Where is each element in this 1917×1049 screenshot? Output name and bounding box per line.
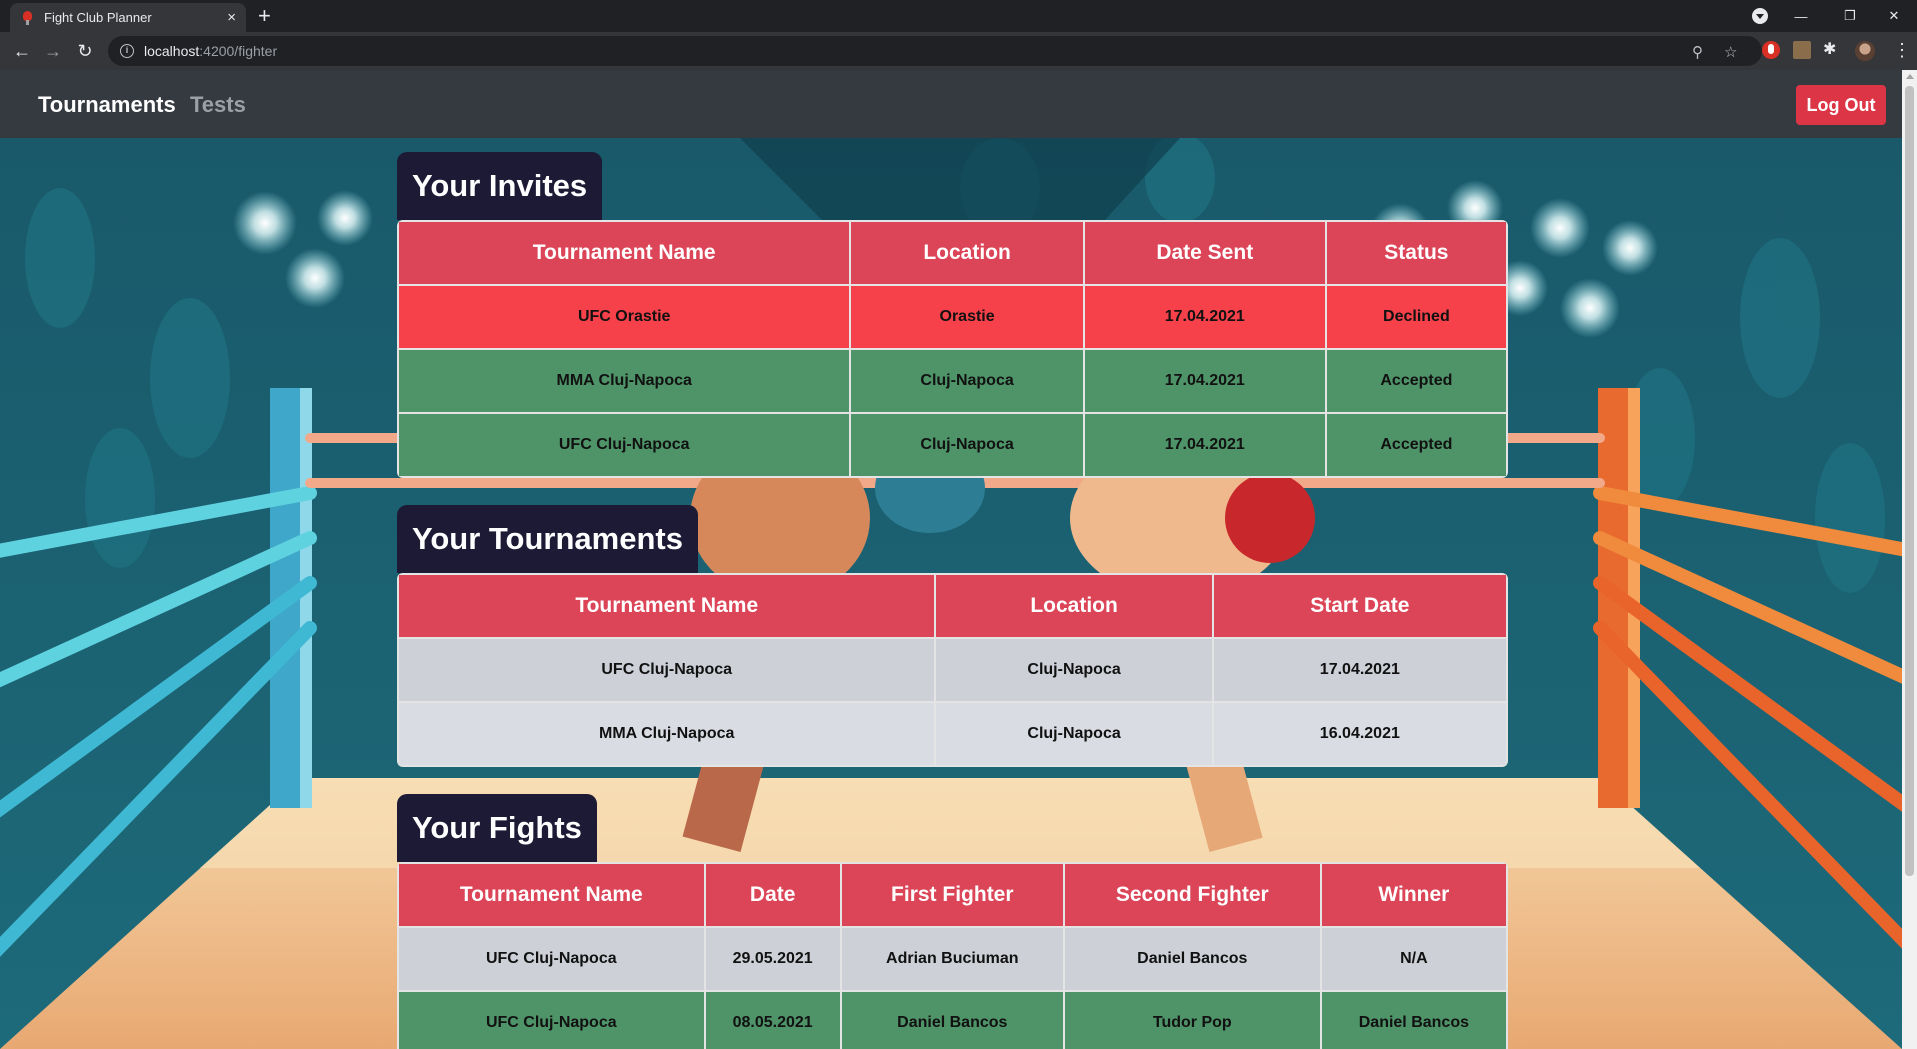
url-host: localhost — [144, 43, 200, 59]
table-row: MMA Cluj-Napoca Cluj-Napoca 17.04.2021 A… — [397, 348, 1508, 414]
nav-link-tournaments[interactable]: Tournaments — [38, 92, 176, 118]
status-cell: Accepted — [1324, 412, 1508, 478]
table-row: UFC Orastie Orastie 17.04.2021 Declined — [397, 284, 1508, 350]
forward-arrow-icon[interactable]: → — [41, 39, 65, 63]
column-header: First Fighter — [839, 862, 1065, 928]
page-viewport: Tournaments Tests Log Out Your Invites T… — [0, 70, 1902, 1049]
nav-link-tests[interactable]: Tests — [190, 92, 246, 118]
column-header: Tournament Name — [397, 573, 937, 639]
table-cell: UFC Cluj-Napoca — [397, 637, 937, 703]
table-cell: Cluj-Napoca — [849, 412, 1085, 478]
table-cell: MMA Cluj-Napoca — [397, 348, 852, 414]
table-cell: Cluj-Napoca — [934, 701, 1214, 767]
table-cell: 17.04.2021 — [1082, 412, 1327, 478]
table-row: UFC Cluj-Napoca Cluj-Napoca 17.04.2021 — [397, 637, 1508, 703]
table-cell: Daniel Bancos — [839, 990, 1065, 1049]
fights-section-title: Your Fights — [397, 794, 597, 862]
scroll-up-icon[interactable] — [1906, 74, 1914, 79]
table-row: MMA Cluj-Napoca Cluj-Napoca 16.04.2021 — [397, 701, 1508, 767]
winner-cell: N/A — [1319, 926, 1508, 992]
close-window-button[interactable]: ✕ — [1871, 0, 1917, 32]
table-cell: UFC Cluj-Napoca — [397, 990, 706, 1049]
logout-button[interactable]: Log Out — [1796, 85, 1886, 125]
reload-icon[interactable]: ↻ — [73, 39, 97, 63]
table-cell: 29.05.2021 — [703, 926, 842, 992]
url-path: :4200/fighter — [199, 43, 278, 59]
app-favicon-icon — [20, 10, 34, 25]
tournaments-section-title: Your Tournaments — [397, 505, 698, 573]
status-cell: Accepted — [1324, 348, 1508, 414]
table-cell: Orastie — [849, 284, 1085, 350]
table-cell: 17.04.2021 — [1082, 284, 1327, 350]
new-tab-icon[interactable]: + — [258, 4, 271, 28]
table-row: UFC Cluj-Napoca Cluj-Napoca 17.04.2021 A… — [397, 412, 1508, 478]
column-header: Winner — [1319, 862, 1508, 928]
table-cell: 17.04.2021 — [1082, 348, 1327, 414]
table-cell: UFC Cluj-Napoca — [397, 926, 706, 992]
tab-title: Fight Club Planner — [44, 10, 152, 25]
page-scrollbar[interactable] — [1902, 70, 1917, 1049]
table-cell: Daniel Bancos — [1062, 926, 1322, 992]
table-cell: Cluj-Napoca — [934, 637, 1214, 703]
minimize-window-button[interactable]: — — [1778, 0, 1824, 32]
browser-toolbar: ← → ↻ i localhost:4200/fighter ⚲ ☆ ✱ ⋮ — [0, 32, 1917, 70]
status-cell: Declined — [1324, 284, 1508, 350]
address-bar[interactable]: i localhost:4200/fighter ⚲ ☆ — [108, 36, 1762, 66]
column-header: Location — [934, 573, 1214, 639]
fights-table: Tournament Name Date First Fighter Secon… — [397, 862, 1508, 1049]
tab-search-icon[interactable] — [1752, 8, 1768, 24]
extension-brown-icon[interactable] — [1793, 41, 1811, 59]
column-header: Tournament Name — [397, 220, 852, 286]
tournaments-table: Tournament Name Location Start Date UFC … — [397, 573, 1508, 767]
column-header: Location — [849, 220, 1085, 286]
column-header: Second Fighter — [1062, 862, 1322, 928]
bookmark-star-icon[interactable]: ☆ — [1724, 43, 1737, 61]
winner-cell: Daniel Bancos — [1319, 990, 1508, 1049]
column-header: Status — [1324, 220, 1508, 286]
column-header: Tournament Name — [397, 862, 706, 928]
table-cell: UFC Orastie — [397, 284, 852, 350]
back-arrow-icon[interactable]: ← — [10, 39, 34, 63]
browser-tab-strip: Fight Club Planner × + — ❐ ✕ — [0, 0, 1917, 32]
table-cell: 16.04.2021 — [1211, 701, 1508, 767]
restore-window-button[interactable]: ❐ — [1827, 0, 1873, 32]
key-icon[interactable]: ⚲ — [1692, 43, 1703, 61]
extensions-puzzle-icon[interactable]: ✱ — [1823, 39, 1841, 58]
table-cell: UFC Cluj-Napoca — [397, 412, 852, 478]
browser-tab[interactable]: Fight Club Planner × — [10, 3, 246, 32]
table-cell: 17.04.2021 — [1211, 637, 1508, 703]
table-cell: Cluj-Napoca — [849, 348, 1085, 414]
extension-red-icon[interactable] — [1762, 41, 1780, 59]
column-header: Start Date — [1211, 573, 1508, 639]
table-cell: Tudor Pop — [1062, 990, 1322, 1049]
column-header: Date — [703, 862, 842, 928]
invites-table: Tournament Name Location Date Sent Statu… — [397, 220, 1508, 478]
table-cell: 08.05.2021 — [703, 990, 842, 1049]
profile-avatar[interactable] — [1855, 41, 1875, 61]
scrollbar-thumb[interactable] — [1905, 86, 1914, 876]
invites-section-title: Your Invites — [397, 152, 603, 220]
site-info-icon[interactable]: i — [120, 44, 134, 58]
table-row: UFC Cluj-Napoca 08.05.2021 Daniel Bancos… — [397, 990, 1508, 1049]
tab-close-icon[interactable]: × — [227, 9, 236, 26]
table-cell: MMA Cluj-Napoca — [397, 701, 937, 767]
table-row: UFC Cluj-Napoca 29.05.2021 Adrian Bucium… — [397, 926, 1508, 992]
app-navbar: Tournaments Tests Log Out — [0, 70, 1902, 138]
table-cell: Adrian Buciuman — [839, 926, 1065, 992]
column-header: Date Sent — [1082, 220, 1327, 286]
browser-menu-icon[interactable]: ⋮ — [1893, 40, 1911, 61]
